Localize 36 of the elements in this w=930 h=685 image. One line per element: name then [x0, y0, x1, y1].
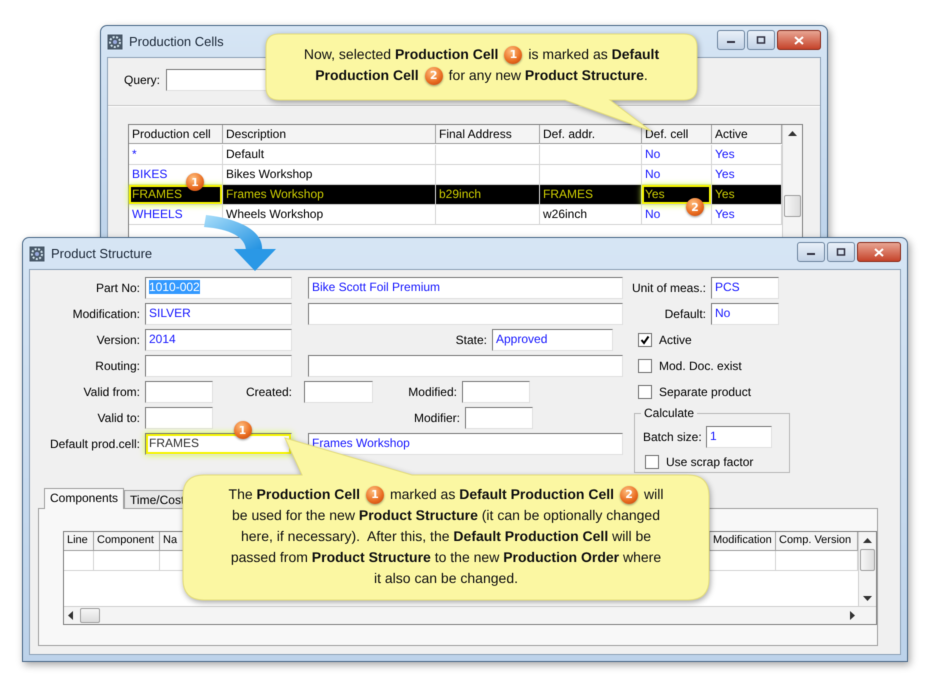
number-badge: 1 [234, 421, 252, 439]
field-label: Unit of meas.: [630, 281, 706, 295]
field-label: Routing: [94, 359, 140, 373]
window-title: Production Cells [129, 34, 224, 49]
callout-text: marked as Default Production Cell [390, 485, 614, 504]
field-label: Modification: [72, 307, 140, 321]
field-label: Default prod.cell: [48, 437, 140, 451]
window-title: Product Structure [51, 246, 152, 261]
field-label: Default: [664, 307, 706, 321]
callout-text: passed from Product Structure to the new Production Order where [230, 548, 662, 567]
callout-text: Now, selected Production Cell [304, 45, 498, 64]
checkbox-label: Use scrap factor [666, 455, 754, 469]
callout-text: Production Cell [315, 66, 419, 85]
callout-text: for any new Product Structure. [448, 66, 648, 85]
callout-text: be used for the new Product Structure (it can be optionally changed [232, 506, 660, 525]
field-label: State: [454, 333, 487, 347]
number-badge: 2 [686, 198, 704, 216]
callout-text: will [644, 485, 664, 504]
checkbox-label: Separate product [659, 385, 752, 399]
field-label: Created: [244, 385, 292, 399]
checkbox-label: Active [659, 333, 692, 347]
number-badge: 1 [186, 173, 204, 191]
field-label: Batch size: [643, 430, 701, 444]
callout-text: The Production Cell [228, 485, 360, 504]
checkbox-label: Mod. Doc. exist [659, 359, 742, 373]
group-title: Calculate [641, 406, 698, 420]
field-label: Valid to: [96, 411, 140, 425]
field-label: Modified: [407, 385, 457, 399]
callout-text: here, if necessary). After this, the Default Production Cell will be [240, 527, 652, 546]
callout-text: is marked as Default [528, 45, 660, 64]
field-label: Query: [124, 73, 160, 87]
field-label: Version: [96, 333, 140, 347]
field-label: Modifier: [412, 411, 460, 425]
callout-text: it also can be changed. [374, 569, 518, 588]
field-label: Part No: [94, 281, 140, 295]
field-label: Valid from: [82, 385, 140, 399]
